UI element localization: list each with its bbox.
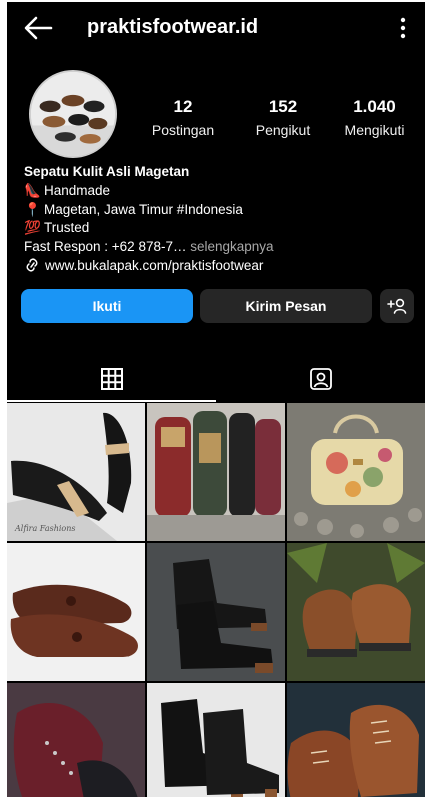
post-tile-3[interactable] bbox=[287, 403, 425, 541]
following-label: Mengikuti bbox=[344, 122, 405, 138]
post-tile-8[interactable] bbox=[147, 683, 285, 797]
grid-icon bbox=[100, 368, 123, 390]
hundred-icon: 💯 bbox=[24, 220, 41, 236]
bio-contact-text: Fast Respon : +62 878-7… bbox=[24, 239, 187, 255]
followers-label: Pengikut bbox=[255, 122, 311, 138]
stat-following[interactable]: 1.040 Mengikuti bbox=[327, 97, 422, 138]
bio-link-line[interactable]: www.bukalapak.com/praktisfootwear bbox=[24, 257, 419, 276]
top-bar: praktisfootwear.id bbox=[7, 2, 425, 54]
posts-count: 12 bbox=[173, 97, 193, 116]
link-icon bbox=[26, 258, 38, 272]
profile-bio: Sepatu Kulit Asli Magetan 👠 Handmade 📍 Mag… bbox=[24, 163, 419, 276]
profile-username: praktisfootwear.id bbox=[87, 16, 259, 38]
bio-location-text: Magetan, Jawa Timur #Indonesia bbox=[44, 201, 243, 217]
stat-posts[interactable]: 12 Postingan bbox=[148, 97, 218, 138]
profile-avatar[interactable] bbox=[29, 70, 117, 158]
post-tile-1[interactable]: Alfira Fashions bbox=[7, 403, 145, 541]
tab-tagged[interactable] bbox=[216, 358, 425, 400]
post-tile-9[interactable] bbox=[287, 683, 425, 797]
post-watermark: Alfira Fashions bbox=[14, 524, 75, 533]
tagged-person-icon bbox=[309, 368, 332, 390]
high-heel-icon: 👠 bbox=[24, 182, 41, 198]
bio-trusted-text: Trusted bbox=[44, 220, 90, 236]
post-tile-2[interactable] bbox=[147, 403, 285, 541]
suggest-button[interactable] bbox=[380, 289, 414, 323]
bio-line-location: 📍 Magetan, Jawa Timur #Indonesia bbox=[24, 201, 419, 220]
post-tile-4[interactable] bbox=[7, 543, 145, 681]
follow-button[interactable]: Ikuti bbox=[21, 289, 193, 323]
bio-line-contact: Fast Respon : +62 878-7… selengkapnya bbox=[24, 238, 419, 257]
see-more-link[interactable]: selengkapnya bbox=[186, 239, 273, 254]
post-tile-5[interactable] bbox=[147, 543, 285, 681]
following-count: 1.040 bbox=[353, 97, 396, 116]
posts-label: Postingan bbox=[151, 122, 215, 138]
more-vertical-icon[interactable] bbox=[399, 16, 407, 40]
profile-screen: praktisfootwear.id 12 Postingan 152 Peng… bbox=[7, 2, 425, 797]
bio-line-handmade: 👠 Handmade bbox=[24, 182, 419, 201]
back-arrow-icon[interactable] bbox=[23, 15, 53, 41]
bio-line-trusted: 💯 Trusted bbox=[24, 219, 419, 238]
stat-followers[interactable]: 152 Pengikut bbox=[243, 97, 323, 138]
bio-handmade-text: Handmade bbox=[44, 182, 111, 198]
bio-link-text[interactable]: www.bukalapak.com/praktisfootwear bbox=[45, 258, 263, 273]
bio-name: Sepatu Kulit Asli Magetan bbox=[24, 164, 190, 179]
profile-tabs bbox=[7, 358, 425, 402]
pin-icon: 📍 bbox=[24, 201, 41, 217]
post-tile-7[interactable] bbox=[7, 683, 145, 797]
add-person-icon bbox=[387, 298, 407, 314]
tab-posts-grid[interactable] bbox=[7, 358, 216, 400]
message-button[interactable]: Kirim Pesan bbox=[200, 289, 372, 323]
active-tab-indicator bbox=[7, 400, 216, 402]
followers-count: 152 bbox=[268, 97, 298, 116]
post-tile-6[interactable] bbox=[287, 543, 425, 681]
